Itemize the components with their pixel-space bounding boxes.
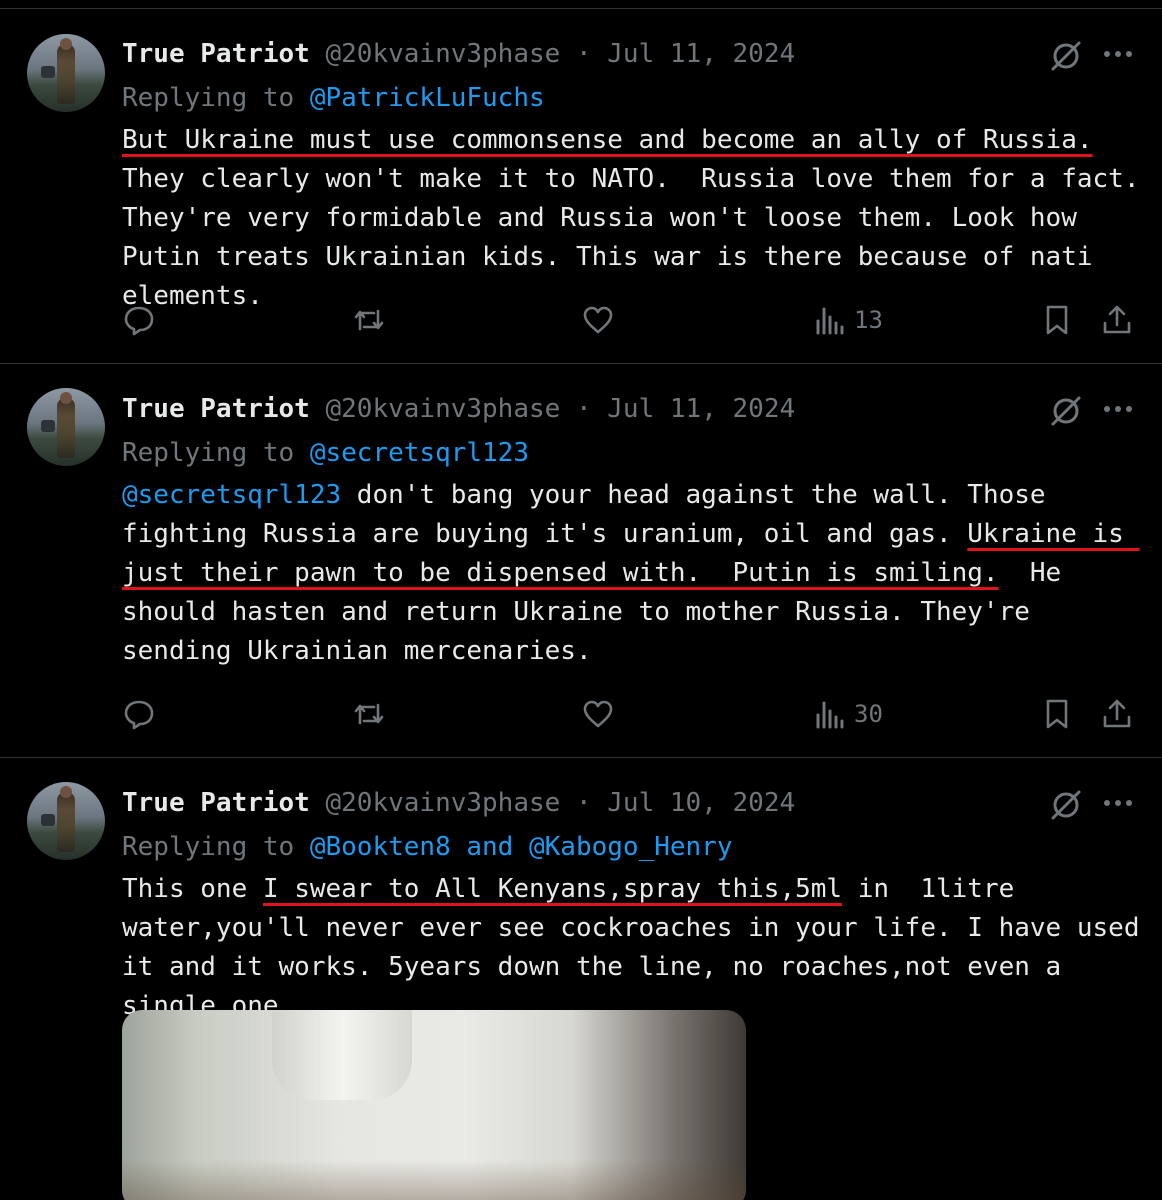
views-count: 30 [854, 700, 883, 728]
tweet-1[interactable]: True Patriot @20kvainv3phase · Jul 11, 2… [0, 10, 1162, 364]
replying-mention[interactable]: @Bookten8 and @Kabogo_Henry [310, 832, 733, 862]
tweet-header: True Patriot @20kvainv3phase · Jul 11, 2… [122, 39, 795, 69]
action-bar: 30 [0, 692, 1162, 736]
reply-button[interactable] [122, 298, 156, 342]
author-name[interactable]: True Patriot [122, 394, 310, 424]
grok-icon[interactable] [1048, 787, 1084, 823]
grok-icon[interactable] [1048, 393, 1084, 429]
reply-icon [124, 700, 154, 730]
tweet-text: @secretsqrl123 don't bang your head agai… [122, 476, 1142, 671]
replying-prefix: Replying to [122, 832, 310, 862]
author-handle[interactable]: @20kvainv3phase [326, 39, 561, 69]
share-button[interactable] [1100, 692, 1134, 736]
mention-link[interactable]: @secretsqrl123 [122, 480, 341, 510]
grok-icon[interactable] [1048, 38, 1084, 74]
views-button[interactable]: 13 [812, 298, 883, 342]
separator-dot: · [575, 39, 592, 69]
attached-photo[interactable] [122, 1010, 746, 1200]
views-count: 13 [854, 306, 883, 334]
views-icon [816, 701, 844, 729]
avatar[interactable] [27, 782, 105, 860]
separator-dot: · [575, 788, 592, 818]
like-icon [583, 306, 613, 334]
like-button[interactable] [581, 298, 615, 342]
tweet-text: But Ukraine must use commonsense and bec… [122, 121, 1142, 316]
retweet-icon [354, 703, 384, 725]
highlighted-text: But Ukraine must use commonsense and bec… [122, 125, 1093, 155]
share-button[interactable] [1100, 298, 1134, 342]
highlighted-text: I swear to All Kenyans,spray this,5ml [262, 874, 843, 904]
author-handle[interactable]: @20kvainv3phase [326, 394, 561, 424]
post-date[interactable]: Jul 11, 2024 [607, 394, 795, 424]
post-date[interactable]: Jul 10, 2024 [607, 788, 795, 818]
author-name[interactable]: True Patriot [122, 788, 310, 818]
retweet-button[interactable] [352, 692, 386, 736]
more-icon[interactable] [1100, 36, 1136, 72]
replying-to: Replying to @secretsqrl123 [122, 438, 529, 468]
reply-button[interactable] [122, 692, 156, 736]
author-name[interactable]: True Patriot [122, 39, 310, 69]
reply-icon [124, 306, 154, 336]
tweet-header: True Patriot @20kvainv3phase · Jul 11, 2… [122, 394, 795, 424]
tweet-2[interactable]: True Patriot @20kvainv3phase · Jul 11, 2… [0, 364, 1162, 758]
views-button[interactable]: 30 [812, 692, 883, 736]
bookmark-icon [1046, 305, 1068, 335]
post-date[interactable]: Jul 11, 2024 [607, 39, 795, 69]
bottle-cap [272, 1010, 412, 1100]
bookmark-button[interactable] [1040, 692, 1074, 736]
top-divider [0, 8, 1162, 9]
more-icon[interactable] [1100, 785, 1136, 821]
retweet-icon [354, 309, 384, 331]
share-icon [1103, 305, 1131, 334]
like-icon [583, 700, 613, 728]
replying-prefix: Replying to [122, 438, 310, 468]
replying-to: Replying to @PatrickLuFuchs [122, 83, 545, 113]
tweet-header: True Patriot @20kvainv3phase · Jul 10, 2… [122, 788, 795, 818]
separator-dot: · [575, 394, 592, 424]
bookmark-button[interactable] [1040, 298, 1074, 342]
avatar[interactable] [27, 34, 105, 112]
replying-to: Replying to @Bookten8 and @Kabogo_Henry [122, 832, 732, 862]
tweet-text: This one I swear to All Kenyans,spray th… [122, 870, 1142, 1026]
more-icon[interactable] [1100, 391, 1136, 427]
tweet-text-plain: This one [122, 874, 263, 904]
replying-mention[interactable]: @secretsqrl123 [310, 438, 529, 468]
avatar[interactable] [27, 388, 105, 466]
replying-mention[interactable]: @PatrickLuFuchs [310, 83, 545, 113]
retweet-button[interactable] [352, 298, 386, 342]
author-handle[interactable]: @20kvainv3phase [326, 788, 561, 818]
action-bar: 13 [0, 298, 1162, 342]
share-icon [1103, 699, 1131, 728]
like-button[interactable] [581, 692, 615, 736]
replying-prefix: Replying to [122, 83, 310, 113]
views-icon [816, 307, 844, 335]
bookmark-icon [1046, 699, 1068, 729]
